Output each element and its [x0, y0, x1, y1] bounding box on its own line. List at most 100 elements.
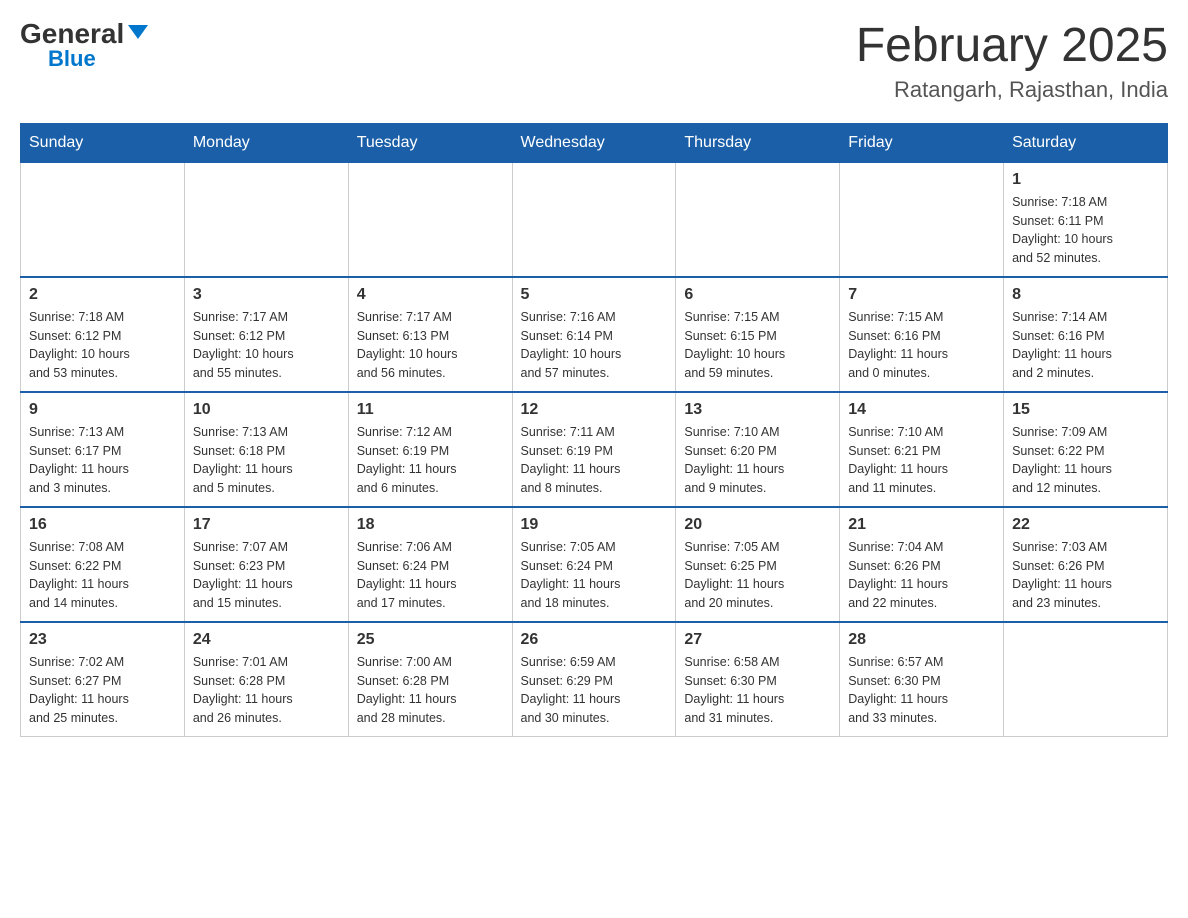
calendar-day-cell: [512, 162, 676, 277]
day-number: 4: [357, 286, 504, 304]
calendar-day-cell: 10 Sunrise: 7:13 AMSunset: 6:18 PMDayligh…: [184, 392, 348, 507]
calendar-day-cell: 9 Sunrise: 7:13 AMSunset: 6:17 PMDaylight…: [21, 392, 185, 507]
day-number: 3: [193, 286, 340, 304]
calendar-day-cell: 11 Sunrise: 7:12 AMSunset: 6:19 PMDayligh…: [348, 392, 512, 507]
day-of-week-header: Tuesday: [348, 123, 512, 162]
calendar-day-cell: 18 Sunrise: 7:06 AMSunset: 6:24 PMDayligh…: [348, 507, 512, 622]
page-header: General Blue February 2025 Ratangarh, Ra…: [20, 20, 1168, 103]
calendar-day-cell: [1004, 622, 1168, 737]
calendar-day-cell: [184, 162, 348, 277]
day-info: Sunrise: 7:04 AMSunset: 6:26 PMDaylight:…: [848, 538, 995, 613]
day-number: 16: [29, 516, 176, 534]
day-info: Sunrise: 7:15 AMSunset: 6:16 PMDaylight:…: [848, 308, 995, 383]
day-number: 26: [521, 631, 668, 649]
day-info: Sunrise: 7:11 AMSunset: 6:19 PMDaylight:…: [521, 423, 668, 498]
calendar-day-cell: 13 Sunrise: 7:10 AMSunset: 6:20 PMDayligh…: [676, 392, 840, 507]
day-info: Sunrise: 7:10 AMSunset: 6:20 PMDaylight:…: [684, 423, 831, 498]
day-info: Sunrise: 7:15 AMSunset: 6:15 PMDaylight:…: [684, 308, 831, 383]
location-title: Ratangarh, Rajasthan, India: [856, 77, 1168, 103]
calendar-day-cell: 7 Sunrise: 7:15 AMSunset: 6:16 PMDaylight…: [840, 277, 1004, 392]
calendar-day-cell: 25 Sunrise: 7:00 AMSunset: 6:28 PMDayligh…: [348, 622, 512, 737]
calendar-day-cell: 16 Sunrise: 7:08 AMSunset: 6:22 PMDayligh…: [21, 507, 185, 622]
day-number: 5: [521, 286, 668, 304]
calendar-table: SundayMondayTuesdayWednesdayThursdayFrid…: [20, 123, 1168, 737]
day-info: Sunrise: 7:12 AMSunset: 6:19 PMDaylight:…: [357, 423, 504, 498]
calendar-day-cell: [348, 162, 512, 277]
logo-triangle-icon: [128, 25, 148, 39]
calendar-week-row: 16 Sunrise: 7:08 AMSunset: 6:22 PMDayligh…: [21, 507, 1168, 622]
day-of-week-header: Monday: [184, 123, 348, 162]
day-info: Sunrise: 7:08 AMSunset: 6:22 PMDaylight:…: [29, 538, 176, 613]
calendar-week-row: 23Sunrise: 7:02 AMSunset: 6:27 PMDayligh…: [21, 622, 1168, 737]
calendar-day-cell: [840, 162, 1004, 277]
day-number: 20: [684, 516, 831, 534]
day-number: 22: [1012, 516, 1159, 534]
day-info: Sunrise: 7:16 AMSunset: 6:14 PMDaylight:…: [521, 308, 668, 383]
title-section: February 2025 Ratangarh, Rajasthan, Indi…: [856, 20, 1168, 103]
day-of-week-header: Wednesday: [512, 123, 676, 162]
day-info: Sunrise: 7:06 AMSunset: 6:24 PMDaylight:…: [357, 538, 504, 613]
calendar-day-cell: 21 Sunrise: 7:04 AMSunset: 6:26 PMDayligh…: [840, 507, 1004, 622]
day-number: 7: [848, 286, 995, 304]
day-number: 10: [193, 401, 340, 419]
day-number: 24: [193, 631, 340, 649]
calendar-day-cell: 27 Sunrise: 6:58 AMSunset: 6:30 PMDayligh…: [676, 622, 840, 737]
day-number: 12: [521, 401, 668, 419]
calendar-day-cell: 5 Sunrise: 7:16 AMSunset: 6:14 PMDaylight…: [512, 277, 676, 392]
calendar-day-cell: 15 Sunrise: 7:09 AMSunset: 6:22 PMDayligh…: [1004, 392, 1168, 507]
calendar-day-cell: 8Sunrise: 7:14 AMSunset: 6:16 PMDaylight…: [1004, 277, 1168, 392]
day-number: 19: [521, 516, 668, 534]
day-info: Sunrise: 6:58 AMSunset: 6:30 PMDaylight:…: [684, 653, 831, 728]
calendar-day-cell: [676, 162, 840, 277]
calendar-day-cell: 3 Sunrise: 7:17 AMSunset: 6:12 PMDaylight…: [184, 277, 348, 392]
day-info: Sunrise: 7:18 AMSunset: 6:12 PMDaylight:…: [29, 308, 176, 383]
calendar-day-cell: 20Sunrise: 7:05 AMSunset: 6:25 PMDayligh…: [676, 507, 840, 622]
day-info: Sunrise: 7:18 AMSunset: 6:11 PMDaylight:…: [1012, 193, 1159, 268]
day-of-week-header: Friday: [840, 123, 1004, 162]
day-info: Sunrise: 7:13 AMSunset: 6:17 PMDaylight:…: [29, 423, 176, 498]
calendar-day-cell: 17Sunrise: 7:07 AMSunset: 6:23 PMDayligh…: [184, 507, 348, 622]
day-of-week-header: Thursday: [676, 123, 840, 162]
logo-general-text: General: [20, 20, 124, 48]
calendar-week-row: 1Sunrise: 7:18 AMSunset: 6:11 PMDaylight…: [21, 162, 1168, 277]
day-info: Sunrise: 7:00 AMSunset: 6:28 PMDaylight:…: [357, 653, 504, 728]
calendar-day-cell: 24 Sunrise: 7:01 AMSunset: 6:28 PMDayligh…: [184, 622, 348, 737]
day-of-week-header: Saturday: [1004, 123, 1168, 162]
day-info: Sunrise: 7:17 AMSunset: 6:13 PMDaylight:…: [357, 308, 504, 383]
day-number: 8: [1012, 286, 1159, 304]
calendar-day-cell: 23Sunrise: 7:02 AMSunset: 6:27 PMDayligh…: [21, 622, 185, 737]
calendar-week-row: 9 Sunrise: 7:13 AMSunset: 6:17 PMDaylight…: [21, 392, 1168, 507]
day-number: 28: [848, 631, 995, 649]
day-info: Sunrise: 6:57 AMSunset: 6:30 PMDaylight:…: [848, 653, 995, 728]
day-info: Sunrise: 7:09 AMSunset: 6:22 PMDaylight:…: [1012, 423, 1159, 498]
day-info: Sunrise: 7:17 AMSunset: 6:12 PMDaylight:…: [193, 308, 340, 383]
day-number: 21: [848, 516, 995, 534]
day-info: Sunrise: 7:13 AMSunset: 6:18 PMDaylight:…: [193, 423, 340, 498]
calendar-day-cell: 19Sunrise: 7:05 AMSunset: 6:24 PMDayligh…: [512, 507, 676, 622]
calendar-day-cell: 28 Sunrise: 6:57 AMSunset: 6:30 PMDayligh…: [840, 622, 1004, 737]
calendar-day-cell: 22Sunrise: 7:03 AMSunset: 6:26 PMDayligh…: [1004, 507, 1168, 622]
logo-blue-text: Blue: [48, 48, 96, 70]
day-number: 6: [684, 286, 831, 304]
day-number: 25: [357, 631, 504, 649]
calendar-day-cell: 2Sunrise: 7:18 AMSunset: 6:12 PMDaylight…: [21, 277, 185, 392]
day-number: 9: [29, 401, 176, 419]
calendar-header-row: SundayMondayTuesdayWednesdayThursdayFrid…: [21, 123, 1168, 162]
calendar-day-cell: [21, 162, 185, 277]
day-info: Sunrise: 6:59 AMSunset: 6:29 PMDaylight:…: [521, 653, 668, 728]
calendar-day-cell: 12 Sunrise: 7:11 AMSunset: 6:19 PMDayligh…: [512, 392, 676, 507]
day-number: 15: [1012, 401, 1159, 419]
day-number: 11: [357, 401, 504, 419]
calendar-day-cell: 4 Sunrise: 7:17 AMSunset: 6:13 PMDaylight…: [348, 277, 512, 392]
day-info: Sunrise: 7:10 AMSunset: 6:21 PMDaylight:…: [848, 423, 995, 498]
day-info: Sunrise: 7:01 AMSunset: 6:28 PMDaylight:…: [193, 653, 340, 728]
logo: General Blue: [20, 20, 148, 70]
day-number: 23: [29, 631, 176, 649]
calendar-day-cell: 1Sunrise: 7:18 AMSunset: 6:11 PMDaylight…: [1004, 162, 1168, 277]
calendar-day-cell: 6 Sunrise: 7:15 AMSunset: 6:15 PMDaylight…: [676, 277, 840, 392]
day-number: 18: [357, 516, 504, 534]
day-number: 13: [684, 401, 831, 419]
month-title: February 2025: [856, 20, 1168, 73]
day-number: 27: [684, 631, 831, 649]
day-of-week-header: Sunday: [21, 123, 185, 162]
